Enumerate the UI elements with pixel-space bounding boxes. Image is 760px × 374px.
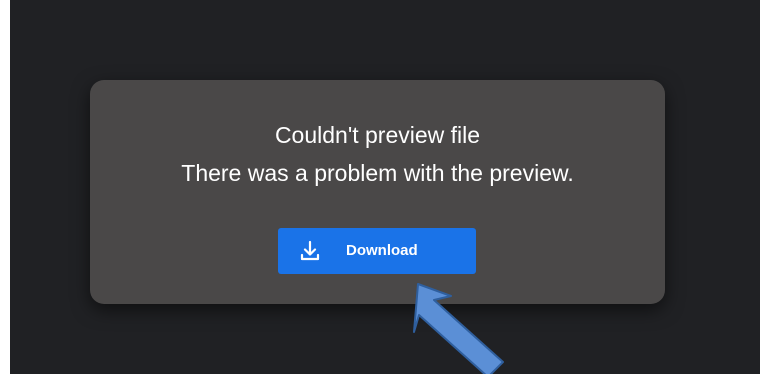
download-button-label: Download: [346, 242, 418, 259]
download-button[interactable]: Download: [278, 228, 476, 274]
preview-error-dialog: Couldn't preview file There was a proble…: [90, 80, 665, 304]
error-title: Couldn't preview file: [274, 122, 481, 148]
preview-screen: Couldn't preview file There was a proble…: [10, 0, 760, 374]
download-icon: [300, 240, 320, 261]
error-message: There was a problem with the preview.: [181, 160, 574, 186]
